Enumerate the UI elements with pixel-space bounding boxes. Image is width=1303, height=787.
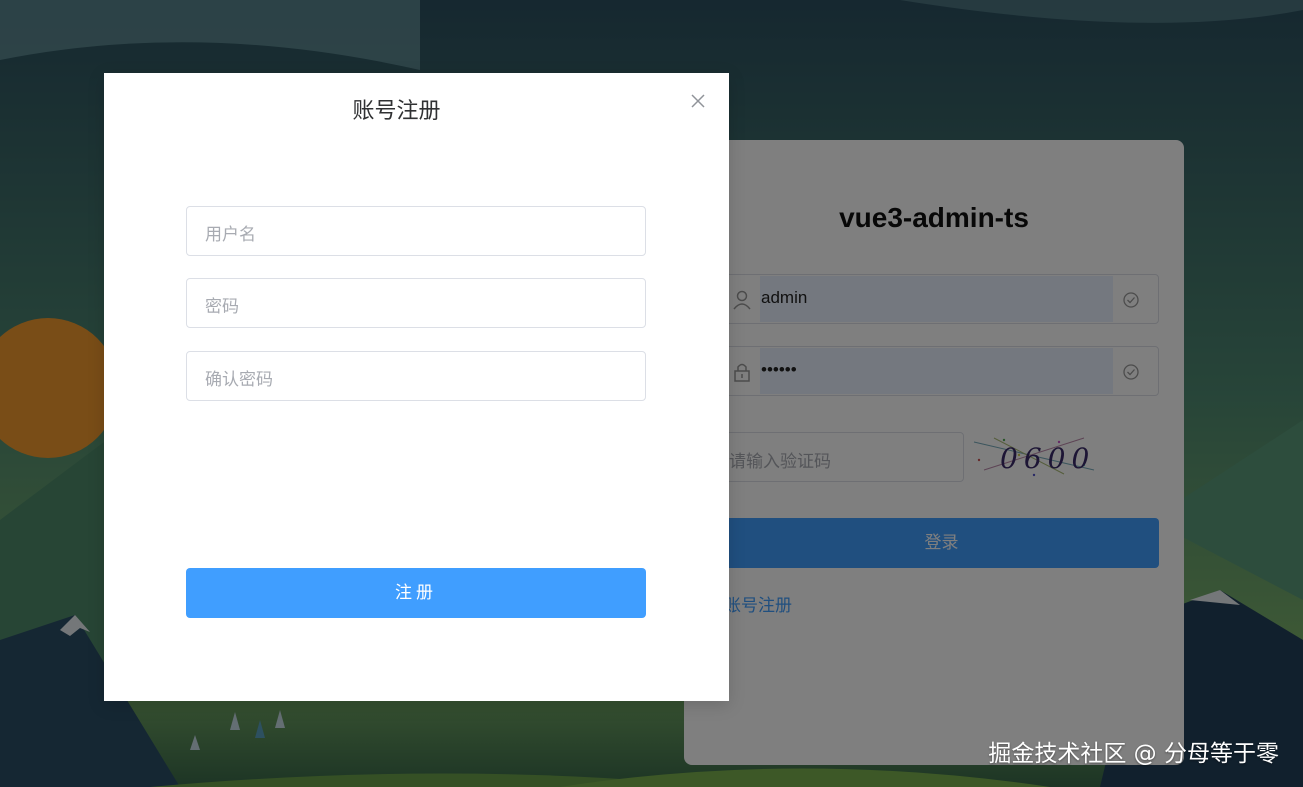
register-dialog: 账号注册 用户名 密码 确认密码 注册 bbox=[104, 73, 729, 701]
register-username-input[interactable]: 用户名 bbox=[186, 206, 646, 256]
confirm-password-placeholder: 确认密码 bbox=[205, 370, 273, 390]
register-password-input[interactable]: 密码 bbox=[186, 278, 646, 328]
password-placeholder: 密码 bbox=[205, 297, 239, 317]
dialog-title: 账号注册 bbox=[352, 99, 441, 124]
username-placeholder: 用户名 bbox=[205, 225, 256, 245]
watermark-text: 掘金技术社区 @ 分母等于零 bbox=[988, 741, 1279, 767]
register-confirm-password-input[interactable]: 确认密码 bbox=[186, 351, 646, 401]
register-submit-button[interactable]: 注册 bbox=[186, 568, 646, 618]
close-icon[interactable] bbox=[690, 93, 706, 109]
